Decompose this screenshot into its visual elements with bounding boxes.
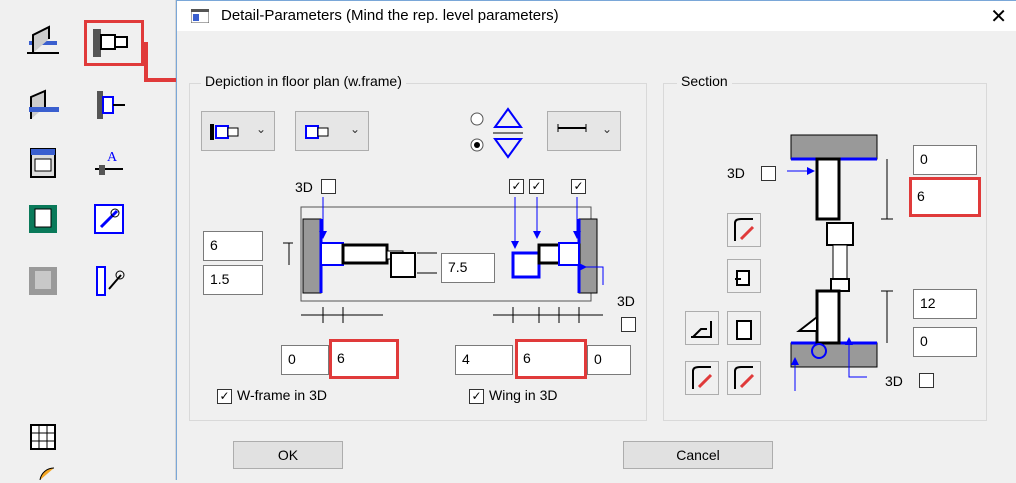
window-elevation-icon[interactable] [22, 142, 62, 182]
label-3d-right: 3D [617, 293, 635, 309]
field-bottom-1[interactable]: 6 [329, 339, 399, 379]
wing-3d-checkbox[interactable]: ✓ [469, 389, 484, 404]
section-label-3d-top: 3D [727, 165, 745, 181]
section-field-top-2[interactable]: 6 [909, 177, 981, 217]
chevron-down-icon: ⌄ [349, 122, 360, 136]
frame-detail-2-icon[interactable] [88, 84, 128, 124]
chevron-down-icon: ⌄ [601, 122, 612, 136]
section-diagram [787, 134, 893, 391]
field-left-bottom[interactable]: 1.5 [203, 265, 263, 295]
label-3d-left: 3D [295, 179, 313, 195]
section-tool-frame[interactable] [727, 259, 761, 293]
section-field-bottom-1[interactable]: 12 [913, 289, 977, 319]
section-tool-pen-left[interactable] [685, 361, 719, 395]
section-tool-pen-right[interactable] [727, 361, 761, 395]
field-bottom-2[interactable]: 4 [455, 345, 513, 375]
chevron-down-icon: ⌄ [255, 122, 266, 136]
section-checkbox-3d-top[interactable] [761, 166, 776, 181]
checkbox-3d-left[interactable] [321, 179, 336, 194]
pie-chart-icon[interactable] [22, 466, 58, 481]
title-bar: Detail-Parameters (Mind the rep. level p… [177, 1, 1016, 31]
floor-plan-group-label: Depiction in floor plan (w.frame) [201, 73, 406, 89]
detail-parameters-dialog: Detail-Parameters (Mind the rep. level p… [176, 0, 1016, 480]
window-icon [190, 8, 210, 24]
wing-type-dropdown[interactable]: ⌄ [295, 111, 369, 151]
field-center[interactable]: 7.5 [441, 253, 495, 283]
wframe-3d-label: W-frame in 3D [237, 387, 327, 403]
section-field-top-1[interactable]: 0 [913, 145, 977, 175]
section-checkbox-3d-bottom[interactable] [919, 373, 934, 388]
wframe-3d-checkbox[interactable]: ✓ [217, 389, 232, 404]
checkbox-a[interactable]: ✓ [509, 179, 524, 194]
dimension-type-dropdown[interactable]: ⌄ [547, 111, 621, 151]
disabled-opening-icon [22, 260, 62, 300]
dimension-a-icon[interactable]: A [88, 142, 128, 182]
section-tool-pen-top[interactable] [727, 213, 761, 247]
checkbox-b[interactable]: ✓ [529, 179, 544, 194]
section-tool-sill[interactable] [685, 311, 719, 345]
frame-type-dropdown[interactable]: ⌄ [201, 111, 275, 151]
field-left-top[interactable]: 6 [203, 231, 263, 261]
cancel-button[interactable]: Cancel [623, 441, 773, 469]
checkbox-3d-right[interactable] [621, 317, 636, 332]
section-tool-frame-2[interactable] [727, 311, 761, 345]
grid-icon[interactable] [22, 416, 62, 456]
checkbox-c[interactable]: ✓ [571, 179, 586, 194]
frame-tool-icon[interactable] [88, 260, 128, 300]
opening-green-icon[interactable] [22, 198, 62, 238]
tool-palette: A [0, 0, 214, 481]
section-group-label: Section [677, 73, 732, 89]
frame-detail-icon[interactable] [84, 20, 144, 66]
macro-edit-icon[interactable] [88, 198, 128, 238]
wall-window-icon[interactable] [22, 20, 62, 60]
ok-button[interactable]: OK [233, 441, 343, 469]
sill-icon[interactable] [22, 84, 62, 124]
section-label-3d-bottom: 3D [885, 373, 903, 389]
field-bottom-4[interactable]: 0 [587, 345, 631, 375]
field-bottom-3[interactable]: 6 [515, 339, 587, 379]
orientation-radio-group[interactable] [469, 109, 489, 159]
close-icon[interactable]: ✕ [990, 4, 1007, 29]
svg-text:A: A [107, 150, 118, 165]
dialog-title: Detail-Parameters (Mind the rep. level p… [221, 7, 559, 24]
section-field-bottom-2[interactable]: 0 [913, 327, 977, 357]
field-bottom-0[interactable]: 0 [281, 345, 329, 375]
wing-3d-label: Wing in 3D [489, 387, 558, 403]
opening-direction-icon [493, 107, 523, 159]
